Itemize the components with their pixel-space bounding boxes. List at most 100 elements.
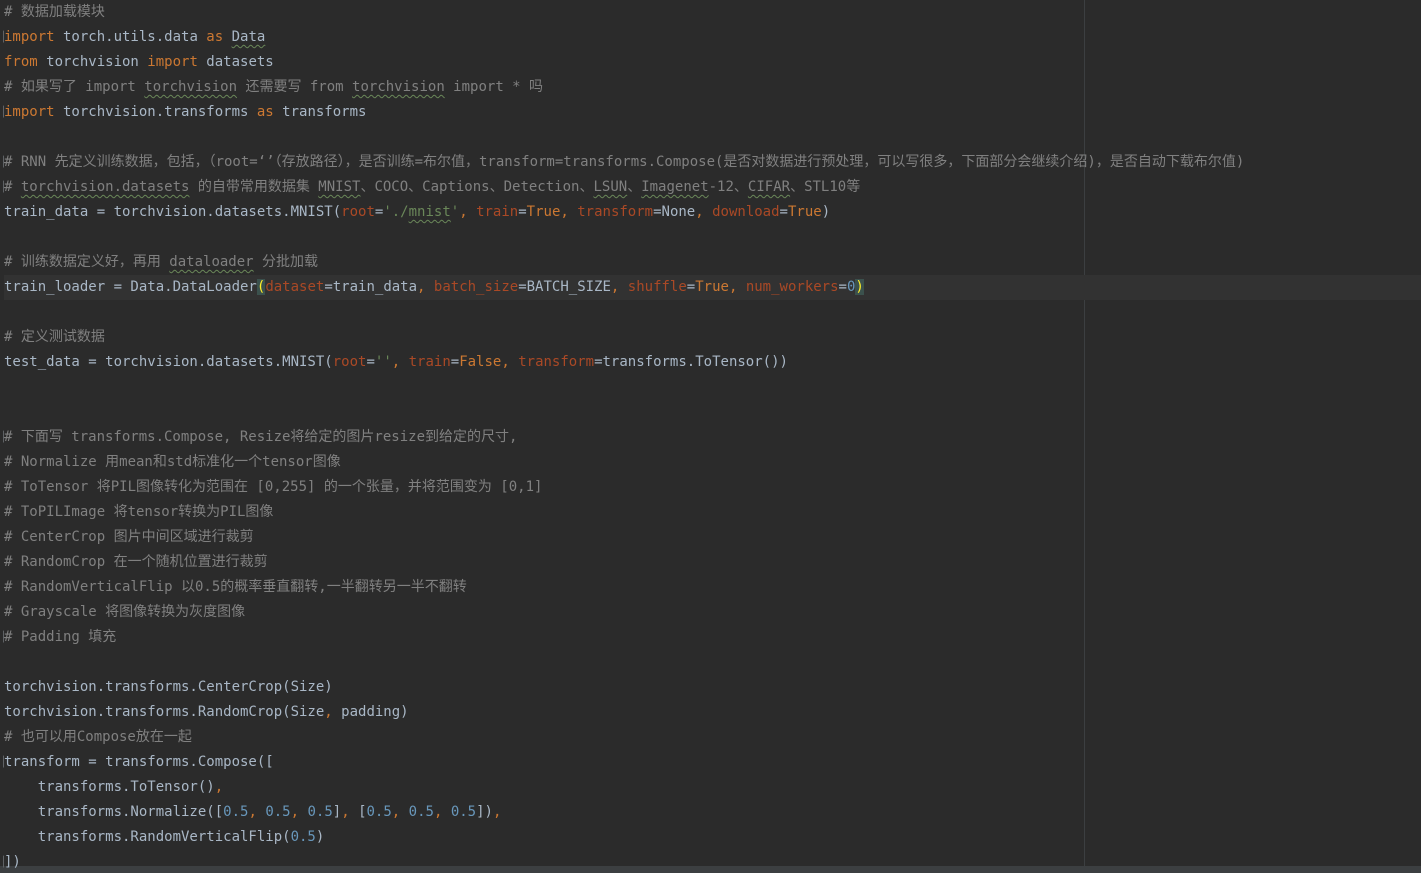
fold-marker-icon[interactable]: ▐ bbox=[0, 25, 4, 50]
param-name: batch_size bbox=[433, 279, 519, 295]
param-name: root bbox=[332, 354, 367, 370]
code-line-27[interactable] bbox=[4, 650, 1421, 675]
comment: # ToTensor 将PIL图像转化为范围在 [0,255] 的一个张量，并将… bbox=[4, 479, 543, 495]
code-text: transform = transforms.Compose([ bbox=[4, 754, 274, 770]
code-text: [ bbox=[358, 804, 367, 820]
code-line-30[interactable]: # 也可以用Compose放在一起 bbox=[4, 725, 1421, 750]
comment: 的自带常用数据集 bbox=[189, 179, 319, 195]
code-line-18[interactable]: ▐ # 下面写 transforms.Compose, Resize将给定的图片r… bbox=[0, 425, 1421, 450]
code-line-20[interactable]: # ToTensor 将PIL图像转化为范围在 [0,255] 的一个张量，并将… bbox=[4, 475, 1421, 500]
comment: # Grayscale 将图像转换为灰度图像 bbox=[4, 604, 246, 620]
code-line-28[interactable]: torchvision.transforms.CenterCrop(Size) bbox=[4, 675, 1421, 700]
code-line-35[interactable]: ▐]) bbox=[0, 850, 1421, 873]
code-line-12-current[interactable]: train_loader = Data.DataLoader(dataset=t… bbox=[4, 275, 1421, 300]
code-line-29[interactable]: torchvision.transforms.RandomCrop(Size, … bbox=[4, 700, 1421, 725]
code-line-6[interactable] bbox=[4, 125, 1421, 150]
separator: , bbox=[459, 204, 477, 220]
keyword: False bbox=[459, 354, 502, 370]
comment: # RNN 先定义训练数据，包括，（root=‘’（存放路径），是否训练=布尔值… bbox=[4, 154, 1245, 170]
code-line-11[interactable]: # 训练数据定义好，再用 dataloader 分批加载 bbox=[4, 250, 1421, 275]
code-line-17[interactable] bbox=[4, 400, 1421, 425]
code-line-5[interactable]: ▐ import torchvision.transforms as transf… bbox=[0, 100, 1421, 125]
code-text: transforms.Normalize([ bbox=[4, 804, 224, 820]
separator: , bbox=[214, 779, 224, 795]
fold-marker-icon[interactable]: ▐ bbox=[0, 150, 4, 175]
code-line-4[interactable]: # 如果写了 import torchvision 还需要写 from torc… bbox=[4, 75, 1421, 100]
alias-name: Data bbox=[231, 29, 266, 45]
string-typo: mnist bbox=[408, 204, 451, 220]
comment-typo: MNIST bbox=[318, 179, 361, 195]
comment: 还需要写 from bbox=[237, 79, 353, 95]
comment: # ToPILImage 将tensor转换为PIL图像 bbox=[4, 504, 274, 520]
separator: , bbox=[248, 804, 266, 820]
code-line-24[interactable]: # RandomVerticalFlip 以0.5的概率垂直翻转,一半翻转另一半… bbox=[4, 575, 1421, 600]
fold-marker-icon[interactable]: ▐ bbox=[0, 100, 4, 125]
comment-typo: torchvision bbox=[144, 79, 238, 95]
code-area[interactable]: # 数据加载模块 ▐ import torch.utils.data as Dat… bbox=[0, 0, 1421, 873]
code-line-33[interactable]: transforms.Normalize([0.5, 0.5, 0.5], [0… bbox=[4, 800, 1421, 825]
code-line-25[interactable]: # Grayscale 将图像转换为灰度图像 bbox=[4, 600, 1421, 625]
fold-marker-icon[interactable]: ▐ bbox=[0, 750, 4, 775]
code-line-8[interactable]: ▐ # torchvision.datasets 的自带常用数据集 MNIST、C… bbox=[0, 175, 1421, 200]
code-line-7[interactable]: ▐ # RNN 先定义训练数据，包括，（root=‘’（存放路径），是否训练=布尔… bbox=[0, 150, 1421, 175]
code-line-3[interactable]: from torchvision import datasets bbox=[4, 50, 1421, 75]
comment: # RandomVerticalFlip 以0.5的概率垂直翻转,一半翻转另一半… bbox=[4, 579, 467, 595]
param-name: shuffle bbox=[627, 279, 687, 295]
code-text: ]) bbox=[476, 804, 493, 820]
code-line-13[interactable] bbox=[4, 300, 1421, 325]
keyword: True bbox=[787, 204, 822, 220]
code-line-15[interactable]: test_data = torchvision.datasets.MNIST(r… bbox=[4, 350, 1421, 375]
fold-marker-icon[interactable]: ▐ bbox=[0, 625, 4, 650]
matched-brace: ) bbox=[855, 279, 864, 295]
string: './ bbox=[383, 204, 409, 220]
code-text: train_data = torchvision.datasets.MNIST( bbox=[4, 204, 342, 220]
keyword: from bbox=[4, 54, 38, 70]
param-name: root bbox=[341, 204, 375, 220]
code-line-1[interactable]: # 数据加载模块 bbox=[4, 0, 1421, 25]
code-line-26[interactable]: ▐ # Padding 填充 bbox=[0, 625, 1421, 650]
fold-marker-icon[interactable]: ▐ bbox=[0, 425, 4, 450]
code-line-9[interactable]: train_data = torchvision.datasets.MNIST(… bbox=[4, 200, 1421, 225]
code-text: = bbox=[779, 204, 788, 220]
separator: , bbox=[324, 704, 333, 720]
code-line-19[interactable]: # Normalize 用mean和std标准化一个tensor图像 bbox=[4, 450, 1421, 475]
code-editor[interactable]: # 数据加载模块 ▐ import torch.utils.data as Dat… bbox=[0, 0, 1421, 873]
code-line-32[interactable]: transforms.ToTensor(), bbox=[4, 775, 1421, 800]
comment: # 数据加载模块 bbox=[4, 4, 105, 20]
code-text: =transforms.ToTensor()) bbox=[594, 354, 788, 370]
separator: , bbox=[501, 354, 519, 370]
comment: # RandomCrop 在一个随机位置进行裁剪 bbox=[4, 554, 268, 570]
comment: # 下面写 transforms.Compose, Resize将给定的图片re… bbox=[4, 429, 518, 445]
param-name: transform bbox=[577, 204, 654, 220]
code-text: = bbox=[518, 204, 527, 220]
code-text: = bbox=[366, 354, 375, 370]
code-line-16[interactable] bbox=[4, 375, 1421, 400]
string: '' bbox=[374, 354, 392, 370]
code-line-10[interactable] bbox=[4, 225, 1421, 250]
code-line-23[interactable]: # RandomCrop 在一个随机位置进行裁剪 bbox=[4, 550, 1421, 575]
number: 0.5 bbox=[450, 804, 477, 820]
code-text: torch.utils.data bbox=[54, 29, 207, 45]
code-line-2[interactable]: ▐ import torch.utils.data as Data bbox=[0, 25, 1421, 50]
comment: # 定义测试数据 bbox=[4, 329, 105, 345]
separator: , bbox=[290, 804, 308, 820]
code-line-31[interactable]: ▐ transform = transforms.Compose([ bbox=[0, 750, 1421, 775]
fold-marker-icon[interactable]: ▐ bbox=[0, 850, 4, 873]
code-text: ) bbox=[315, 829, 325, 845]
code-line-14[interactable]: # 定义测试数据 bbox=[4, 325, 1421, 350]
fold-marker-icon[interactable]: ▐ bbox=[0, 175, 4, 200]
separator: , bbox=[695, 204, 713, 220]
param-name: num_workers bbox=[745, 279, 839, 295]
code-text: ) bbox=[821, 204, 831, 220]
separator: , bbox=[433, 804, 451, 820]
code-text: transforms bbox=[273, 104, 367, 120]
code-line-22[interactable]: # CenterCrop 图片中间区域进行裁剪 bbox=[4, 525, 1421, 550]
comment: 分批加载 bbox=[253, 254, 319, 270]
code-text: transforms.ToTensor() bbox=[4, 779, 215, 795]
code-line-21[interactable]: # ToPILImage 将tensor转换为PIL图像 bbox=[4, 500, 1421, 525]
comment: import * 吗 bbox=[444, 79, 544, 95]
comment: 、COCO、Captions、Detection、 bbox=[360, 179, 594, 195]
code-line-34[interactable]: transforms.RandomVerticalFlip(0.5) bbox=[4, 825, 1421, 850]
comment: # 训练数据定义好，再用 bbox=[4, 254, 170, 270]
